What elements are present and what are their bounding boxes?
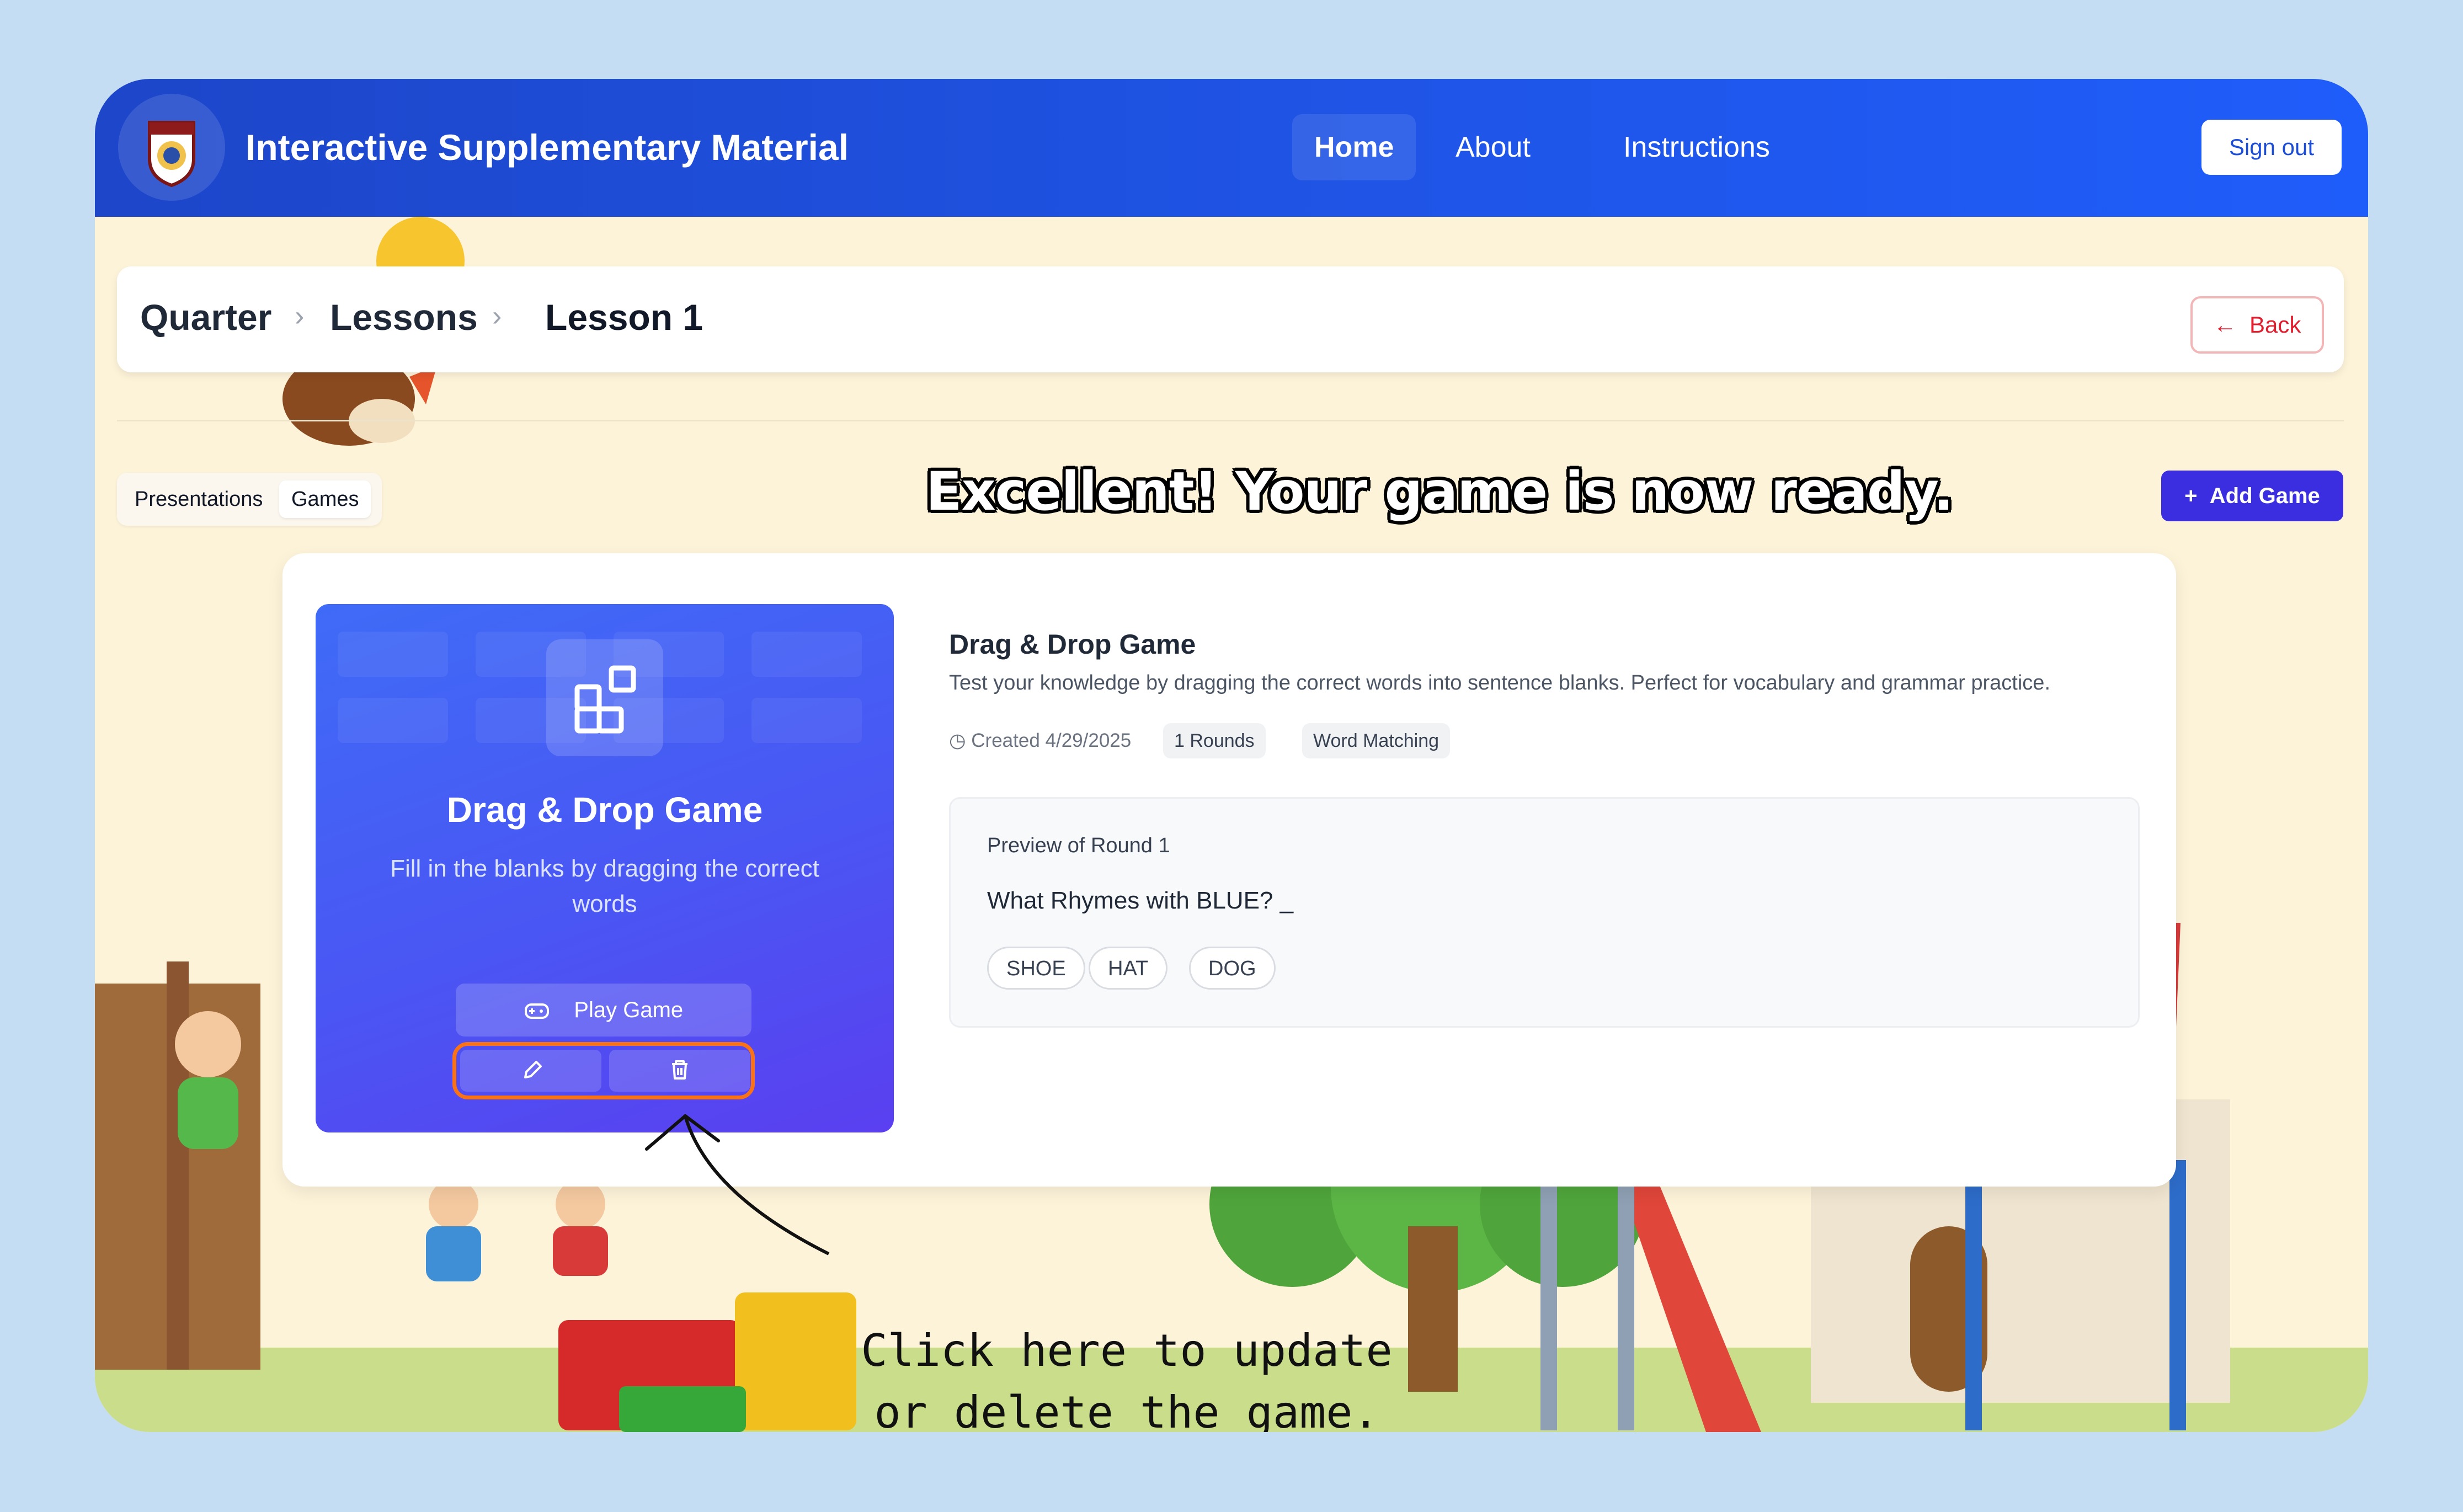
annotation-text: Click here to update or delete the game. <box>861 1325 1393 1432</box>
app-window: Interactive Supplementary Material Home … <box>95 79 2368 1432</box>
annotation-arrow <box>645 1114 830 1255</box>
